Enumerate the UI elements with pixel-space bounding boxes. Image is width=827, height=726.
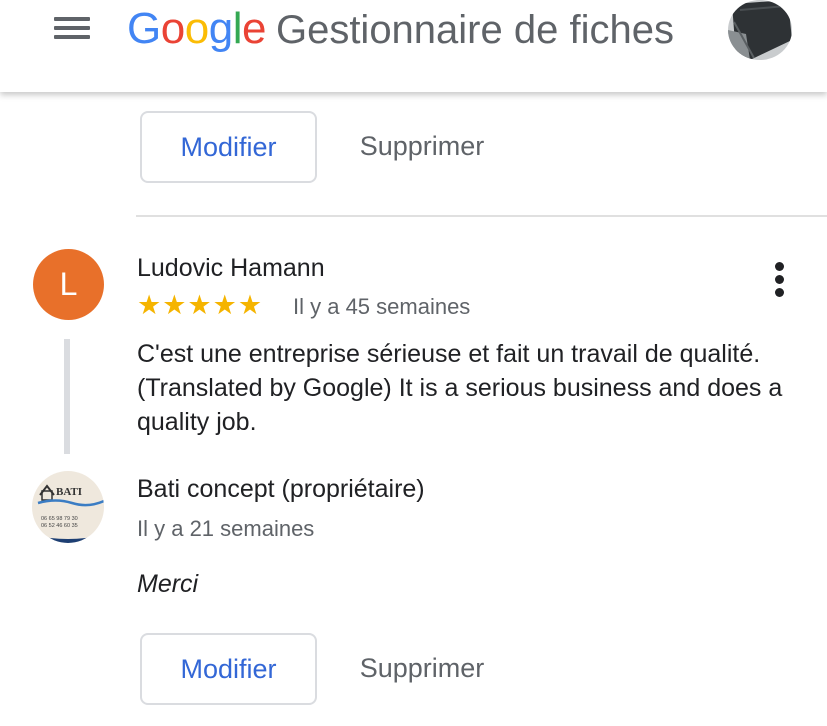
google-logo: Google — [127, 4, 266, 53]
product-name: Gestionnaire de fiches — [275, 8, 674, 52]
reviewer-avatar: L — [33, 249, 104, 320]
reviewer-name: Ludovic Hamann — [137, 254, 325, 282]
reply-thread-line — [64, 339, 70, 454]
review-text: C'est une entreprise sérieuse et fait un… — [137, 340, 783, 436]
delete-previous-reply-button[interactable]: Supprimer — [342, 111, 502, 181]
review-date: Il y a 45 semaines — [293, 294, 471, 319]
edit-previous-reply-button[interactable]: Modifier — [140, 111, 317, 183]
reply-date: Il y a 21 semaines — [137, 516, 315, 541]
more-vert-icon[interactable] — [770, 260, 790, 300]
star-rating: ★★★★★ — [137, 290, 264, 320]
delete-reply-button[interactable]: Supprimer — [342, 633, 502, 703]
account-avatar[interactable] — [728, 0, 792, 60]
edit-reply-button[interactable]: Modifier — [140, 633, 317, 705]
svg-text:06 65 98 79 30: 06 65 98 79 30 — [41, 516, 78, 522]
svg-text:06 52 46 60 35: 06 52 46 60 35 — [41, 523, 78, 529]
owner-avatar: BATI 06 65 98 79 30 06 52 46 60 35 — [32, 471, 104, 543]
owner-name: Bati concept (propriétaire) — [137, 475, 425, 503]
svg-text:BATI: BATI — [56, 486, 82, 498]
reply-text: Merci — [137, 570, 199, 598]
app-title: Google Gestionnaire de fiches — [127, 1, 709, 57]
review-divider — [136, 215, 827, 217]
hamburger-menu-icon[interactable] — [54, 17, 90, 39]
app-bar: Google Gestionnaire de fiches — [0, 0, 827, 92]
